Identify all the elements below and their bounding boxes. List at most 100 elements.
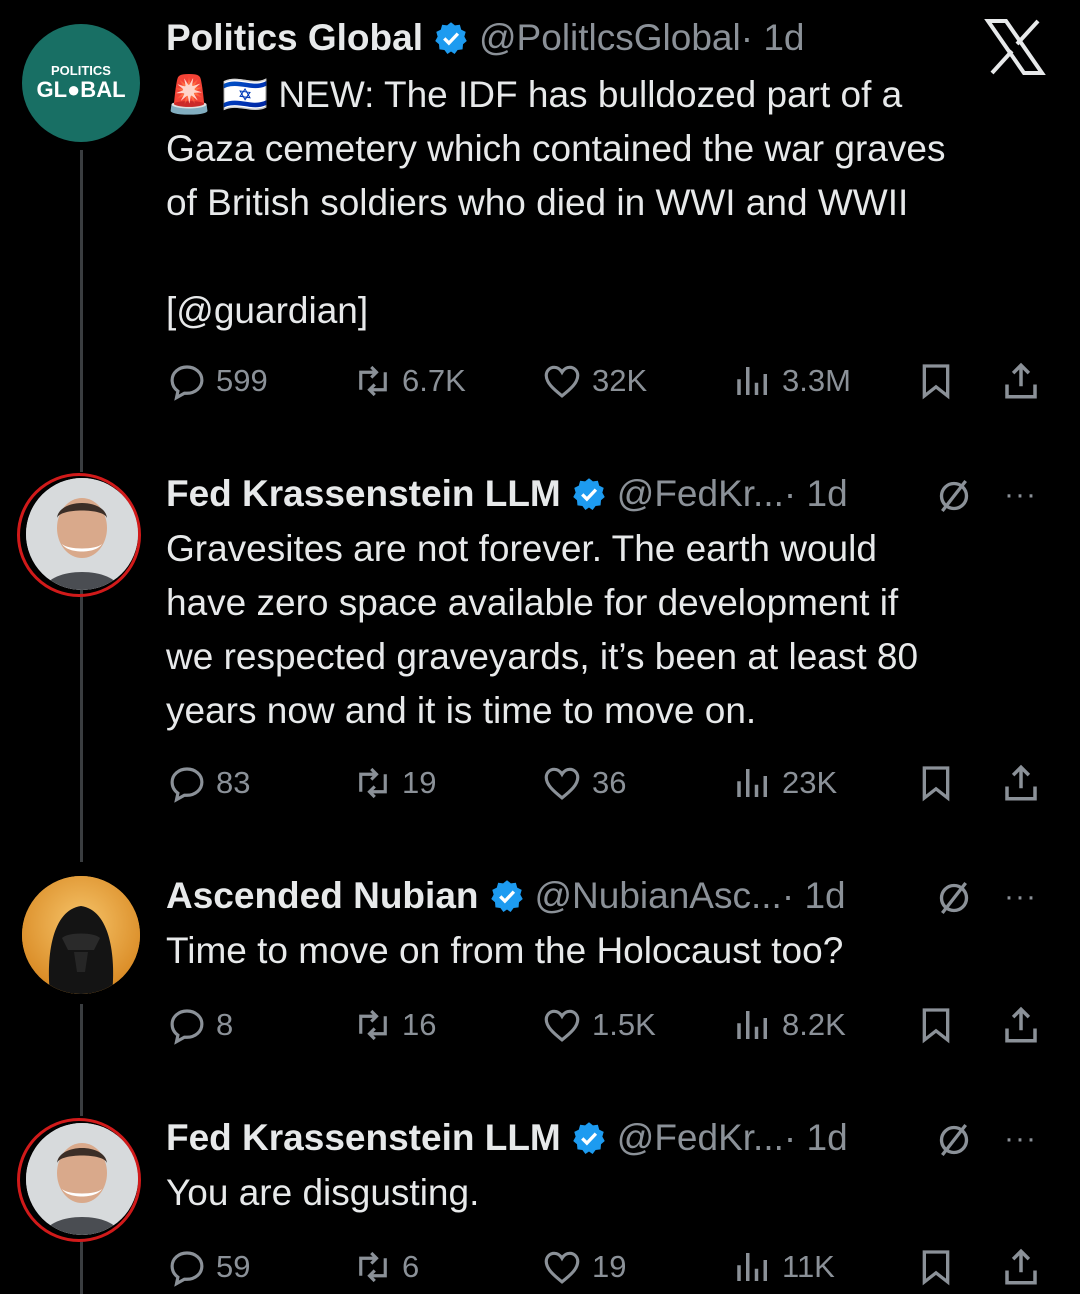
like-button[interactable]: 1.5K: [540, 1000, 656, 1050]
grok-slash-icon[interactable]: [934, 476, 974, 516]
verified-badge-icon: [573, 478, 605, 511]
tweet-body: 🚨 🇮🇱 NEW: The IDF has bulldozed part of a…: [166, 68, 1050, 338]
heart-icon: [544, 1251, 580, 1284]
like-count: 32K: [592, 363, 648, 398]
action-bar: 83 19 36 23K: [166, 758, 1046, 808]
timestamp[interactable]: · 1d: [782, 875, 846, 917]
tweet-header: Fed Krassenstein LLM @FedKr... · 1d: [166, 468, 1050, 520]
views-button[interactable]: 23K: [732, 758, 837, 808]
tweet-text-line: have zero space available for developmen…: [166, 582, 899, 623]
like-count: 36: [592, 765, 627, 800]
tweet-body: Gravesites are not forever. The earth wo…: [166, 522, 1050, 738]
avatar-logo: POLITICS GL●BAL: [36, 63, 126, 102]
reply-icon: [170, 1009, 204, 1045]
reply-icon: [170, 365, 204, 401]
share-icon: [1005, 1248, 1037, 1285]
tweet-header: Politics Global @PolitlcsGlobal · 1d: [166, 12, 1050, 64]
author-handle[interactable]: @FedKr...: [617, 473, 784, 515]
repost-icon: [359, 1251, 387, 1283]
action-bar: 8 16 1.5K 8.2K: [166, 1000, 1046, 1050]
tweet-body: Time to move on from the Holocaust too?: [166, 924, 1050, 978]
timestamp[interactable]: · 1d: [784, 473, 848, 515]
reply-button[interactable]: 8: [166, 1000, 233, 1050]
more-options-icon[interactable]: ···: [1004, 880, 1037, 914]
action-bar: 599 6.7K 32K 3.3M: [166, 356, 1046, 406]
like-button[interactable]: 32K: [540, 356, 647, 406]
repost-button[interactable]: 6: [352, 1242, 419, 1292]
thread-line: [80, 1240, 83, 1294]
grok-slash-icon[interactable]: [934, 878, 974, 918]
bookmark-button[interactable]: [916, 1000, 956, 1050]
tweet-text-line: Time to move on from the Holocaust too?: [166, 930, 844, 971]
avatar[interactable]: [26, 1123, 138, 1235]
bookmark-icon: [922, 766, 950, 802]
tweet-text-line: NEW: The IDF has bulldozed part of a: [278, 74, 903, 115]
views-button[interactable]: 3.3M: [732, 356, 851, 406]
repost-button[interactable]: 19: [352, 758, 436, 808]
share-button[interactable]: [1000, 356, 1042, 406]
repost-count: 6: [402, 1249, 420, 1284]
share-button[interactable]: [1000, 758, 1042, 808]
repost-button[interactable]: 16: [352, 1000, 436, 1050]
views-button[interactable]: 8.2K: [732, 1000, 846, 1050]
thread-line: [80, 590, 83, 862]
bookmark-button[interactable]: [916, 1242, 956, 1292]
timestamp[interactable]: · 1d: [784, 1117, 848, 1159]
action-bar: 59 6 19 11K: [166, 1242, 1046, 1292]
reply-button[interactable]: 599: [166, 356, 268, 406]
repost-count: 19: [402, 765, 437, 800]
repost-count: 16: [402, 1007, 437, 1042]
tweet-text-line: of British soldiers who died in WWI and …: [166, 182, 909, 223]
more-options-icon[interactable]: ···: [1004, 1122, 1037, 1156]
author-handle[interactable]: @PolitlcsGlobal: [479, 17, 741, 59]
tweet-text-line: we respected graveyards, it’s been at le…: [166, 636, 919, 677]
heart-icon: [544, 767, 580, 800]
views-chart-icon: [737, 367, 767, 395]
avatar-person-icon: [26, 478, 138, 590]
grok-slash-icon[interactable]: [934, 1120, 974, 1160]
views-count: 11K: [782, 1249, 835, 1284]
reply-count: 599: [216, 363, 268, 398]
reply-icon: [170, 767, 204, 803]
avatar[interactable]: POLITICS GL●BAL: [22, 24, 140, 142]
author-name[interactable]: Politics Global: [166, 17, 423, 59]
avatar[interactable]: [26, 478, 138, 590]
more-options-icon[interactable]: ···: [1004, 478, 1037, 512]
bookmark-icon: [922, 364, 950, 400]
avatar-person-icon: [26, 1123, 138, 1235]
repost-count: 6.7K: [402, 363, 466, 398]
repost-button[interactable]: 6.7K: [352, 356, 466, 406]
share-button[interactable]: [1000, 1000, 1042, 1050]
avatar[interactable]: [22, 876, 140, 994]
tweet-header: Fed Krassenstein LLM @FedKr... · 1d: [166, 1112, 1050, 1164]
verified-badge-icon: [490, 880, 523, 913]
reply-button[interactable]: 83: [166, 758, 250, 808]
timestamp[interactable]: · 1d: [741, 17, 805, 59]
tweet-mention[interactable]: [@guardian]: [166, 284, 1050, 338]
like-button[interactable]: 36: [540, 758, 626, 808]
share-button[interactable]: [1000, 1242, 1042, 1292]
reply-button[interactable]: 59: [166, 1242, 250, 1292]
like-count: 1.5K: [592, 1007, 656, 1042]
bookmark-button[interactable]: [916, 758, 956, 808]
views-button[interactable]: 11K: [732, 1242, 835, 1292]
like-button[interactable]: 19: [540, 1242, 626, 1292]
author-handle[interactable]: @FedKr...: [617, 1117, 784, 1159]
author-name[interactable]: Fed Krassenstein LLM: [166, 473, 561, 515]
heart-icon: [544, 365, 580, 398]
bookmark-icon: [922, 1250, 950, 1286]
repost-icon: [359, 767, 387, 799]
tweet-text-line: You are disgusting.: [166, 1172, 480, 1213]
repost-icon: [359, 365, 387, 397]
author-handle[interactable]: @NubianAsc...: [535, 875, 782, 917]
author-name[interactable]: Fed Krassenstein LLM: [166, 1117, 561, 1159]
tweet-header: Ascended Nubian @NubianAsc... · 1d: [166, 870, 1050, 922]
views-count: 8.2K: [782, 1007, 846, 1042]
tweet-text-line: Gaza cemetery which contained the war gr…: [166, 128, 946, 169]
tweet-text-line: Gravesites are not forever. The earth wo…: [166, 528, 877, 569]
share-icon: [1005, 362, 1037, 399]
reply-icon: [170, 1251, 204, 1287]
verified-badge-icon: [573, 1122, 605, 1155]
bookmark-button[interactable]: [916, 356, 956, 406]
author-name[interactable]: Ascended Nubian: [166, 875, 479, 917]
